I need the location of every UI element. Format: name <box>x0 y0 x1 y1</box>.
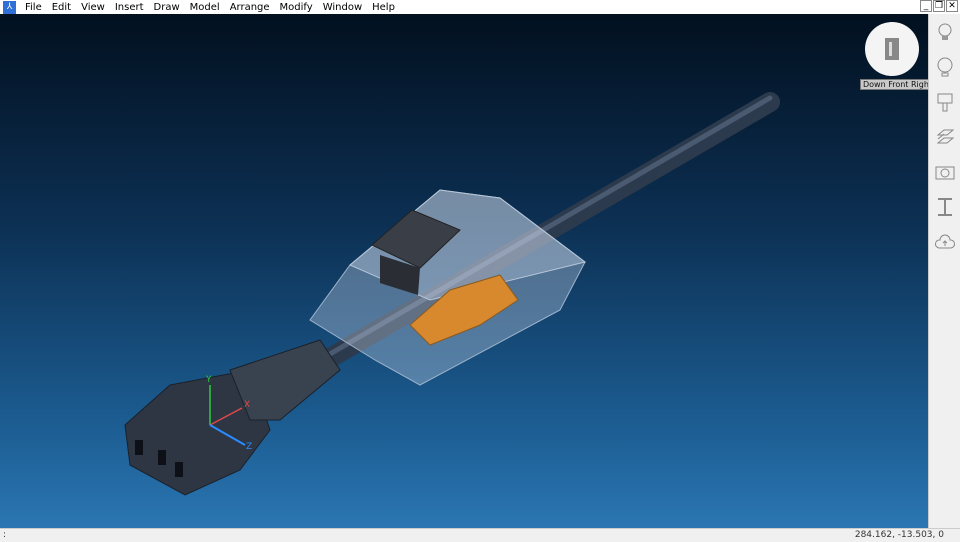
x-axis-label: X <box>244 400 250 410</box>
lightbulb-icon[interactable] <box>929 14 960 49</box>
paint-brush-icon[interactable] <box>929 84 960 119</box>
menu-model[interactable]: Model <box>185 2 225 13</box>
menu-edit[interactable]: Edit <box>47 2 76 13</box>
menu-view[interactable]: View <box>76 2 110 13</box>
view-label: Down Front Right <box>860 79 928 90</box>
menu-help[interactable]: Help <box>367 2 400 13</box>
restore-button[interactable]: ❐ <box>933 0 945 12</box>
menu-draw[interactable]: Draw <box>149 2 185 13</box>
cursor-coordinates: 284.162, -13.503, 0 <box>854 530 944 540</box>
status-bar: : 284.162, -13.503, 0 <box>0 528 960 542</box>
close-button[interactable]: ✕ <box>946 0 958 12</box>
z-axis-label: Z <box>246 442 252 452</box>
i-beam-icon[interactable] <box>929 189 960 224</box>
3d-viewport[interactable]: Y X Z Down Front Right <box>0 14 928 528</box>
menu-modify[interactable]: Modify <box>275 2 318 13</box>
right-panel <box>928 14 960 528</box>
menu-window[interactable]: Window <box>318 2 367 13</box>
layers-icon[interactable] <box>929 119 960 154</box>
app-logo-icon[interactable]: ⅄ <box>3 0 16 14</box>
cloud-upload-icon[interactable] <box>929 224 960 259</box>
minimize-button[interactable]: _ <box>920 0 932 12</box>
command-line[interactable]: : <box>3 530 6 540</box>
view-navigation-cube[interactable] <box>865 22 919 76</box>
camera-icon[interactable] <box>929 154 960 189</box>
menu-arrange[interactable]: Arrange <box>225 2 275 13</box>
y-axis-label: Y <box>205 375 212 385</box>
menu-file[interactable]: File <box>20 2 47 13</box>
menubar: ⅄ File Edit View Insert Draw Model Arran… <box>0 0 960 14</box>
balloon-icon[interactable] <box>929 49 960 84</box>
menu-insert[interactable]: Insert <box>110 2 149 13</box>
model-scene: Y X Z <box>124 92 780 496</box>
